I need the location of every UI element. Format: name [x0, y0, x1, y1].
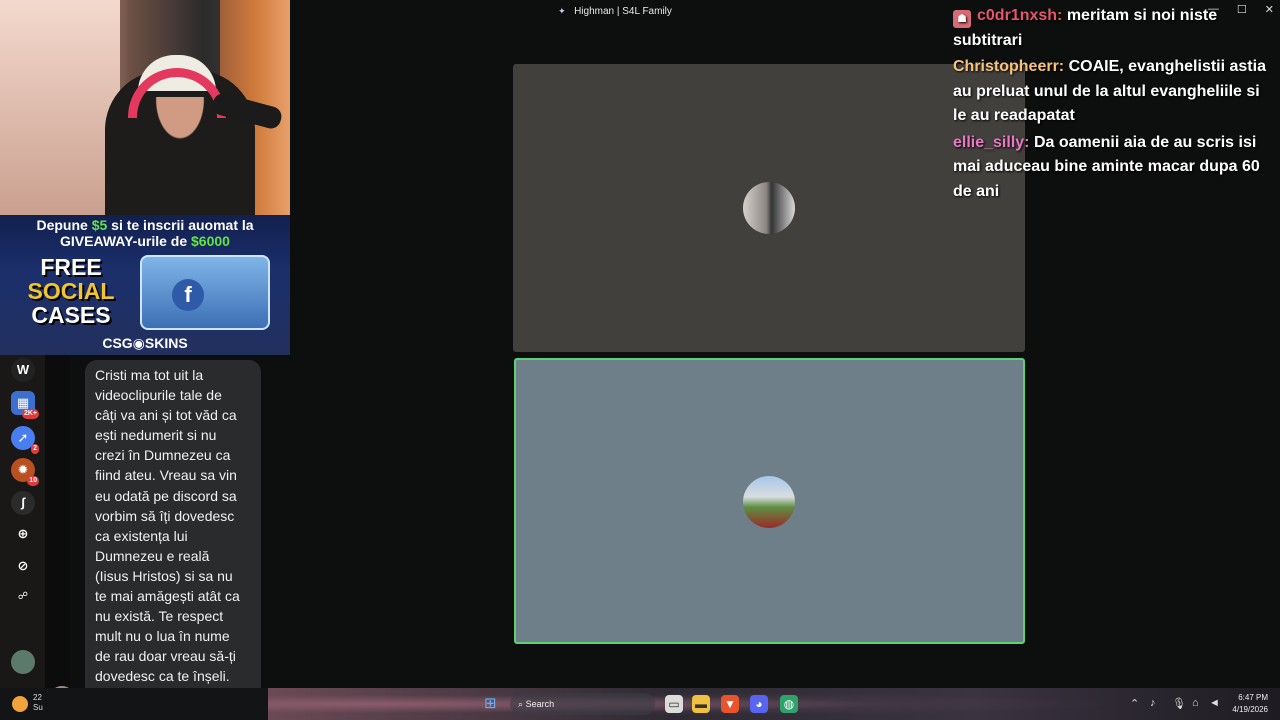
- network-icon[interactable]: ⌂: [1192, 697, 1199, 709]
- volume-icon[interactable]: ♪: [1150, 697, 1156, 709]
- task-view-icon[interactable]: ▭: [665, 695, 683, 713]
- sidebar-gap: [45, 355, 70, 688]
- chat-username: c0dr1nxsh:: [977, 7, 1063, 24]
- discover-icon[interactable]: ⊘: [11, 554, 35, 578]
- streamer-webcam: [0, 0, 290, 215]
- ad-line-2: GIVEAWAY-urile de $6000: [0, 233, 290, 249]
- file-explorer-icon[interactable]: ▬: [692, 695, 710, 713]
- screen: ✦ Highman | S4L Family — ☐ ✕ Depune $5 s…: [0, 0, 1280, 720]
- brave-browser-icon[interactable]: ▼: [721, 695, 739, 713]
- window-title-group: ✦ Highman | S4L Family: [558, 6, 672, 17]
- participant-avatar-2: [743, 476, 795, 528]
- weather-temp: 22: [33, 693, 42, 702]
- ad-line-1-prefix: Depune: [36, 217, 92, 233]
- ad-social-text: SOCIAL: [27, 278, 115, 304]
- microphone-icon[interactable]: 🎙: [1172, 697, 1186, 710]
- server-sidebar: W ▦ 2K+ ➚ 2 ✹ 10 ʃ ⊕ ⊘ ☍: [0, 355, 45, 688]
- ad-line-1: Depune $5 si te inscrii auomat la: [0, 217, 290, 233]
- search-placeholder: Search: [525, 699, 555, 709]
- server-icon-3[interactable]: ✹ 10: [11, 458, 39, 486]
- ad-line-2-prefix: GIVEAWAY-urile de: [60, 233, 192, 249]
- ad-free-text: FREE: [40, 254, 102, 280]
- weather-widget[interactable]: 22 Su: [33, 693, 43, 713]
- chevron-up-icon[interactable]: ⌃: [1130, 697, 1139, 710]
- server-icon-2[interactable]: ➚ 2: [11, 426, 39, 454]
- chat-message: Christopheerr: COAIE, evanghelistii asti…: [953, 55, 1273, 129]
- ad-line-1-amount: $5: [91, 217, 108, 233]
- chat-username: Christopheerr:: [953, 58, 1065, 75]
- globe-app-icon[interactable]: ◍: [780, 695, 798, 713]
- chat-message: ellie_silly: Da oamenii aia de au scris …: [953, 131, 1273, 205]
- donation-message-text: Cristi ma tot uit la videoclipurile tale…: [95, 365, 251, 707]
- user-avatar-icon[interactable]: [11, 650, 35, 674]
- window-title: Highman | S4L Family: [574, 5, 672, 17]
- windows-taskbar: 22 Su ⊞ ⌕ Search ▭ ▬ ▼ ◕ ◍ ⌃ ♪ 🎙 ⌂ ◄ 6:4…: [0, 688, 1280, 720]
- ad-line-1-suffix: si te inscrii auomat la: [107, 217, 254, 233]
- speaker-icon[interactable]: ◄: [1209, 697, 1220, 709]
- ad-cases-text: CASES: [31, 302, 111, 328]
- app-icon: ✦: [558, 6, 566, 16]
- server-icon-4[interactable]: ʃ: [11, 491, 35, 515]
- ad-line-2-amount: $6000: [191, 233, 230, 249]
- facebook-icon: f: [172, 279, 204, 311]
- sponsor-banner: Depune $5 si te inscrii auomat la GIVEAW…: [0, 215, 290, 355]
- clock-date: 4/19/2026: [1232, 705, 1268, 714]
- chat-username: ellie_silly:: [953, 133, 1030, 151]
- rss-icon: ☍: [17, 591, 29, 602]
- add-server-icon[interactable]: ⊕: [11, 522, 35, 546]
- chat-badge-icon: ☗: [953, 10, 971, 28]
- ad-case-chest: f: [140, 255, 270, 330]
- wikipedia-icon[interactable]: W: [11, 358, 35, 382]
- taskbar-search[interactable]: ⌕ Search: [510, 693, 655, 715]
- taskbar-clock[interactable]: 6:47 PM 4/19/2026: [1232, 692, 1268, 716]
- stream-chat-overlay: ☗ c0dr1nxsh: meritam si noi niste subtitr…: [953, 4, 1273, 206]
- badge-count: 2K+: [21, 409, 39, 419]
- weather-desc: Su: [33, 703, 43, 712]
- discord-icon[interactable]: ◕: [750, 695, 768, 713]
- webcam-wall: [0, 0, 120, 215]
- chat-message: ☗ c0dr1nxsh: meritam si noi niste subtitr…: [953, 4, 1273, 53]
- donation-message-bubble: Cristi ma tot uit la videoclipurile tale…: [85, 360, 261, 712]
- badge-count: 10: [27, 476, 39, 486]
- server-icon-1[interactable]: ▦ 2K+: [11, 391, 39, 419]
- taskbar-wallpaper: [268, 688, 1280, 720]
- ad-brand: CSG◉SKINS: [102, 335, 188, 351]
- weather-sun-icon[interactable]: [12, 696, 28, 712]
- ad-free-social-cases: FREE SOCIAL CASES: [16, 255, 126, 327]
- windows-start-icon[interactable]: ⊞: [484, 696, 500, 712]
- search-icon: ⌕: [518, 699, 524, 709]
- clock-time: 6:47 PM: [1238, 693, 1268, 702]
- badge-count: 2: [31, 444, 39, 454]
- donation-message-body: Cristi ma tot uit la videoclipurile tale…: [95, 367, 240, 705]
- participant-avatar-1: [743, 182, 795, 234]
